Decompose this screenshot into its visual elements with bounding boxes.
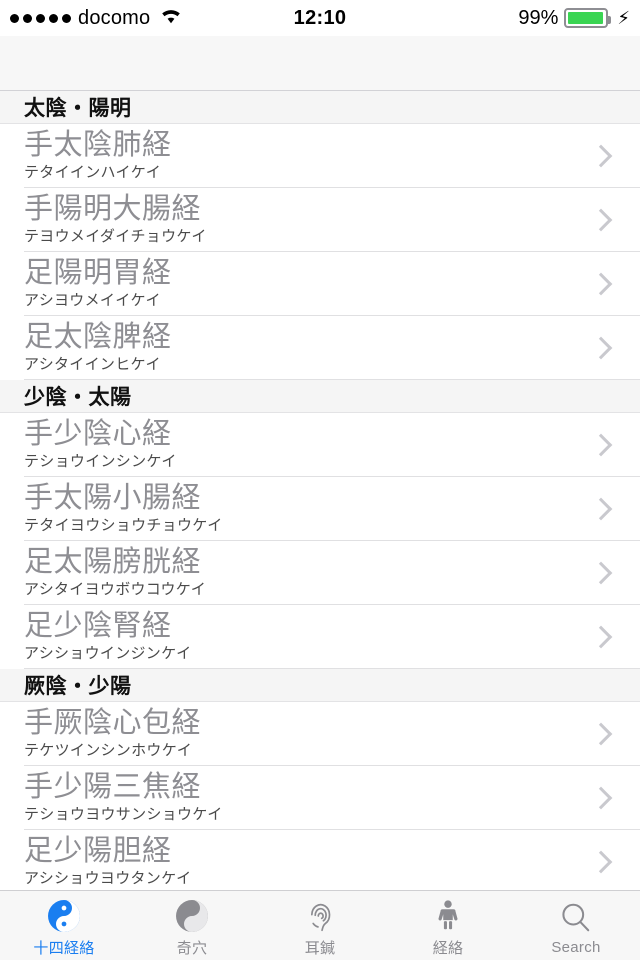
tab-label: 奇穴: [176, 939, 208, 957]
wifi-icon: [159, 7, 183, 30]
tab-ear-acupuncture[interactable]: 耳鍼: [256, 891, 384, 960]
list-item-text: 足太陰脾経 アシタイインヒケイ: [24, 320, 590, 375]
list-item-subtitle: テショウヨウサンショウケイ: [24, 805, 223, 823]
chevron-right-icon: [590, 626, 612, 648]
chevron-right-icon: [590, 434, 612, 456]
person-body-icon: [430, 898, 466, 934]
list-item-subtitle: テヨウメイダイチョウケイ: [24, 227, 207, 245]
list-item-subtitle: テタイヨウショウチョウケイ: [24, 516, 223, 534]
status-bar: docomo 12:10 99% ⚡: [0, 0, 640, 36]
list-item[interactable]: 足太陽膀胱経 アシタイヨウボウコウケイ: [0, 541, 640, 605]
status-bar-left: docomo: [10, 7, 183, 30]
list-item[interactable]: 手陽明大腸経 テヨウメイダイチョウケイ: [0, 188, 640, 252]
chevron-right-icon: [590, 851, 612, 873]
list-item[interactable]: 足太陰脾経 アシタイインヒケイ: [0, 316, 640, 380]
list-item-subtitle: アシヨウメイイケイ: [24, 291, 161, 309]
carrier-label: docomo: [78, 6, 151, 29]
list-item[interactable]: 足少陰腎経 アシショウインジンケイ: [0, 605, 640, 669]
list-item-subtitle: テケツインシンホウケイ: [24, 741, 193, 759]
list-item-title: 足陽明胃経: [24, 256, 172, 289]
list-item-title: 足少陰腎経: [24, 609, 172, 642]
list-item-text: 手少陽三焦経 テショウヨウサンショウケイ: [24, 770, 590, 825]
tab-label: 耳鍼: [304, 939, 336, 957]
list-item-subtitle: アシタイインヒケイ: [24, 355, 161, 373]
list-item[interactable]: 手太陽小腸経 テタイヨウショウチョウケイ: [0, 477, 640, 541]
tab-label: 十四経絡: [33, 939, 95, 957]
clock-label: 12:10: [293, 6, 347, 29]
list-item-title: 足太陰脾経: [24, 320, 172, 353]
navigation-bar: [0, 36, 640, 91]
list-item-text: 足太陽膀胱経 アシタイヨウボウコウケイ: [24, 545, 590, 600]
list-item[interactable]: 手太陰肺経 テタイインハイケイ: [0, 124, 640, 188]
list-item-title: 手少陰心経: [24, 417, 172, 450]
list-item-subtitle: テショウインシンケイ: [24, 452, 177, 470]
list-item-title: 手太陽小腸経: [24, 481, 202, 514]
list-item-text: 足陽明胃経 アシヨウメイイケイ: [24, 256, 590, 311]
list-item[interactable]: 足陽明胃経 アシヨウメイイケイ: [0, 252, 640, 316]
tab-label: 経絡: [432, 939, 464, 957]
tab-search[interactable]: Search: [512, 891, 640, 960]
tab-label: Search: [551, 938, 601, 956]
lightning-bolt-icon: ⚡: [617, 8, 630, 28]
list-item-text: 足少陰腎経 アシショウインジンケイ: [24, 609, 590, 664]
chevron-right-icon: [590, 562, 612, 584]
ear-icon: [302, 898, 338, 934]
list-item-text: 足少陽胆経 アシショウヨウタンケイ: [24, 834, 590, 889]
chevron-right-icon: [590, 787, 612, 809]
chevron-right-icon: [590, 498, 612, 520]
chevron-right-icon: [590, 145, 612, 167]
yin-yang-icon: [46, 898, 82, 934]
list-item[interactable]: 手少陽三焦経 テショウヨウサンショウケイ: [0, 766, 640, 830]
list-item-title: 足少陽胆経: [24, 834, 172, 867]
tab-meridian-body[interactable]: 経絡: [384, 891, 512, 960]
battery-percent-label: 99%: [518, 6, 559, 29]
section-header: 厥陰・少陽: [0, 669, 640, 702]
chevron-right-icon: [590, 209, 612, 231]
list-item-text: 手太陽小腸経 テタイヨウショウチョウケイ: [24, 481, 590, 536]
list-item-subtitle: アシショウヨウタンケイ: [24, 869, 192, 887]
list-item-text: 手陽明大腸経 テヨウメイダイチョウケイ: [24, 192, 590, 247]
list-item[interactable]: 足少陽胆経 アシショウヨウタンケイ: [0, 830, 640, 890]
list-item[interactable]: 手厥陰心包経 テケツインシンホウケイ: [0, 702, 640, 766]
list-item-title: 手太陰肺経: [24, 128, 172, 161]
tab-extra-points[interactable]: 奇穴: [128, 891, 256, 960]
list-item-title: 手厥陰心包経: [24, 706, 202, 739]
section-header: 少陰・太陽: [0, 380, 640, 413]
list-item[interactable]: 手少陰心経 テショウインシンケイ: [0, 413, 640, 477]
signal-strength-dots: [10, 13, 71, 23]
list-item-title: 手少陽三焦経: [24, 770, 202, 803]
list-item-subtitle: アシタイヨウボウコウケイ: [24, 580, 207, 598]
chevron-right-icon: [590, 723, 612, 745]
app-root: docomo 12:10 99% ⚡ 太陰・陽明 手太陰肺経 テタイインハイケイ…: [0, 0, 640, 960]
chevron-right-icon: [590, 337, 612, 359]
yin-yang-icon: [174, 898, 210, 934]
list-item-subtitle: アシショウインジンケイ: [24, 644, 192, 662]
section-header: 太陰・陽明: [0, 91, 640, 124]
list-item-subtitle: テタイインハイケイ: [24, 163, 162, 181]
list-item-text: 手少陰心経 テショウインシンケイ: [24, 417, 590, 472]
meridian-list[interactable]: 太陰・陽明 手太陰肺経 テタイインハイケイ 手陽明大腸経 テヨウメイダイチョウケ…: [0, 91, 640, 890]
magnifier-icon: [558, 900, 594, 936]
tab-fourteen-meridians[interactable]: 十四経絡: [0, 891, 128, 960]
list-item-text: 手厥陰心包経 テケツインシンホウケイ: [24, 706, 590, 761]
list-item-title: 手陽明大腸経: [24, 192, 202, 225]
tab-bar: 十四経絡 奇穴 耳鍼 経絡 Search: [0, 890, 640, 960]
list-item-title: 足太陽膀胱経: [24, 545, 202, 578]
status-bar-right: 99% ⚡: [518, 7, 630, 30]
battery-icon: [564, 8, 612, 28]
chevron-right-icon: [590, 273, 612, 295]
list-item-text: 手太陰肺経 テタイインハイケイ: [24, 128, 590, 183]
battery-fill: [568, 12, 603, 24]
